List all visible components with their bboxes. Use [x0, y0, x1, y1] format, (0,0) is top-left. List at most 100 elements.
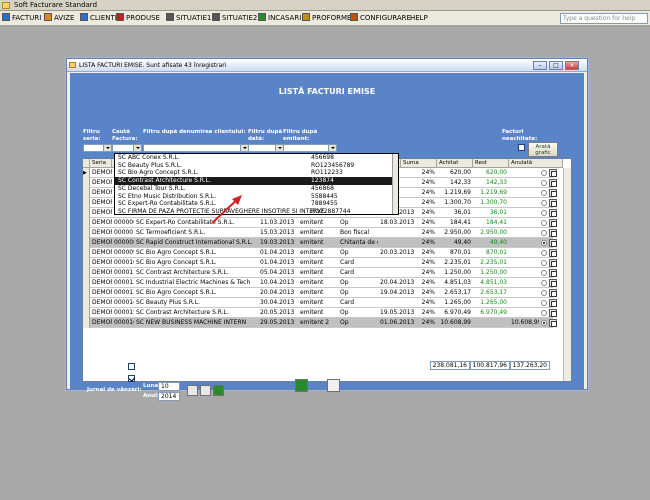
- close-button[interactable]: ×: [565, 61, 579, 70]
- client-option[interactable]: SC Etno Music Distribution S.R.L. 5588445: [115, 193, 398, 201]
- view-document-icon[interactable]: [549, 209, 557, 217]
- unpaid-checkbox[interactable]: [518, 144, 525, 151]
- row-header[interactable]: [83, 228, 90, 238]
- row-header[interactable]: [83, 308, 90, 318]
- menu-item-situatie2[interactable]: SITUATIE2: [212, 13, 257, 24]
- menu-item-help[interactable]: HELP: [410, 13, 428, 24]
- cancelled-radio[interactable]: [541, 230, 547, 236]
- column-header[interactable]: Rest: [473, 159, 509, 168]
- view-document-icon[interactable]: [549, 189, 557, 197]
- menu-item-incasari[interactable]: INCASARI: [258, 13, 301, 24]
- row-header[interactable]: [83, 258, 90, 268]
- view-document-icon[interactable]: [549, 299, 557, 307]
- cancelled-radio[interactable]: [541, 200, 547, 206]
- exit-form-button[interactable]: [327, 379, 340, 392]
- cancelled-radio[interactable]: [541, 180, 547, 186]
- menu-item-configurare[interactable]: CONFIGURARE: [350, 13, 411, 24]
- excel-icon[interactable]: [213, 385, 224, 396]
- view-document-icon[interactable]: [549, 309, 557, 317]
- help-search-input[interactable]: Type a question for help: [560, 13, 648, 24]
- menu-item-avize[interactable]: AVIZE: [44, 13, 74, 24]
- row-header[interactable]: [83, 248, 90, 258]
- view-document-icon[interactable]: [549, 179, 557, 187]
- menu-item-situatie1[interactable]: SITUATIE1: [166, 13, 211, 24]
- filter-issuer-select[interactable]: [283, 144, 337, 152]
- current-row-indicator[interactable]: ▶: [83, 168, 90, 178]
- vat-rate-checkbox[interactable]: [128, 375, 135, 382]
- client-option[interactable]: SC Beauty Plus S.R.L. RO123456789: [115, 162, 398, 170]
- row-header[interactable]: [83, 288, 90, 298]
- cancelled-radio[interactable]: [541, 250, 547, 256]
- view-document-icon[interactable]: [549, 259, 557, 267]
- table-row[interactable]: DEMOF000013SC Bio Agro Concept S.R.L. 20.…: [83, 288, 557, 298]
- row-header[interactable]: [83, 178, 90, 188]
- filter-client-select[interactable]: [143, 144, 249, 152]
- row-header[interactable]: [83, 208, 90, 218]
- client-option[interactable]: SC Bio Agro Concept S.R.L. RO112233: [115, 169, 398, 177]
- menu-item-facturi[interactable]: FACTURI: [2, 13, 41, 24]
- calendar-icon[interactable]: [187, 385, 198, 396]
- maximize-button[interactable]: □: [549, 61, 563, 70]
- column-header[interactable]: Seria: [90, 159, 112, 168]
- row-header[interactable]: [83, 318, 90, 328]
- table-row[interactable]: DEMOF000008SC Rapid Construct Internatio…: [83, 238, 557, 248]
- table-row[interactable]: DEMOF000014SC Beauty Plus S.R.L. 30.04.20…: [83, 298, 557, 308]
- table-row[interactable]: DEMOF000009SC Bio Agro Concept S.R.L. 01.…: [83, 248, 557, 258]
- menu-item-proforme[interactable]: PROFORME: [302, 13, 351, 24]
- show-chart-button[interactable]: Arată grafic: [528, 142, 558, 157]
- menu-item-clienti[interactable]: CLIENTI: [80, 13, 117, 24]
- column-header[interactable]: Achitat: [437, 159, 473, 168]
- column-header[interactable]: Anulată: [509, 159, 563, 168]
- row-header[interactable]: [83, 188, 90, 198]
- client-option[interactable]: SC ABC Conex S.R.L. 456698: [115, 154, 398, 162]
- menu-item-produse[interactable]: PRODUSE: [116, 13, 160, 24]
- year-input[interactable]: 2014: [158, 392, 180, 401]
- cancelled-radio[interactable]: [541, 210, 547, 216]
- client-option[interactable]: SC FIRMA DE PAZA PROTECTIE SUPRAVEGHERE …: [115, 208, 398, 214]
- row-header[interactable]: [83, 198, 90, 208]
- print-icon[interactable]: [200, 385, 211, 396]
- client-option[interactable]: SC Expert-Ro Contabilitate S.R.L. 7889455: [115, 200, 398, 208]
- minimize-button[interactable]: –: [533, 61, 547, 70]
- vat-value-checkbox[interactable]: [128, 363, 135, 370]
- row-header[interactable]: [83, 298, 90, 308]
- table-scrollbar[interactable]: [563, 168, 571, 381]
- filter-series-select[interactable]: [83, 144, 112, 152]
- table-row[interactable]: DEMOF000007SC Termoeficient S.R.L.15.03.…: [83, 228, 557, 238]
- cancelled-radio[interactable]: [541, 290, 547, 296]
- view-document-icon[interactable]: [549, 249, 557, 257]
- view-document-icon[interactable]: [549, 229, 557, 237]
- month-input[interactable]: 10: [158, 382, 180, 391]
- view-document-icon[interactable]: [549, 239, 557, 247]
- view-document-icon[interactable]: [549, 319, 557, 327]
- cancelled-radio[interactable]: [541, 300, 547, 306]
- client-option[interactable]: SC Contrast Architecture S.R.L. 123874: [115, 177, 398, 185]
- row-header[interactable]: [83, 268, 90, 278]
- view-document-icon[interactable]: [549, 219, 557, 227]
- cancelled-radio[interactable]: [541, 320, 547, 326]
- cancelled-radio[interactable]: [541, 170, 547, 176]
- cancelled-radio[interactable]: [541, 190, 547, 196]
- view-document-icon[interactable]: [549, 199, 557, 207]
- cancelled-radio[interactable]: [541, 270, 547, 276]
- view-document-icon[interactable]: [549, 289, 557, 297]
- cancelled-radio[interactable]: [541, 220, 547, 226]
- cancelled-radio[interactable]: [541, 260, 547, 266]
- table-row[interactable]: DEMOF000015SC Contrast Architecture S.R.…: [83, 308, 557, 318]
- filter-invoice-select[interactable]: [112, 144, 142, 152]
- table-row[interactable]: DEMOF000006SC Expert-Ro Contabilitate S.…: [83, 218, 557, 228]
- table-row[interactable]: DEMOF000016SC NEW BUSINESS MACHINE INTER…: [83, 318, 557, 328]
- view-document-icon[interactable]: [549, 169, 557, 177]
- export-excel-button[interactable]: [295, 379, 308, 392]
- table-row[interactable]: DEMOF000012SC Industrial Electric Machin…: [83, 278, 557, 288]
- row-header[interactable]: [83, 238, 90, 248]
- view-document-icon[interactable]: [549, 269, 557, 277]
- view-document-icon[interactable]: [549, 279, 557, 287]
- row-header[interactable]: [83, 278, 90, 288]
- client-option[interactable]: SC Decebal Tour S.R.L. 456868: [115, 185, 398, 193]
- filter-date-select[interactable]: [248, 144, 284, 152]
- row-header[interactable]: [83, 218, 90, 228]
- cancelled-radio[interactable]: [541, 280, 547, 286]
- column-header[interactable]: Suma: [401, 159, 437, 168]
- table-row[interactable]: DEMOF000010SC Bio Agro Concept S.R.L. 01.…: [83, 258, 557, 268]
